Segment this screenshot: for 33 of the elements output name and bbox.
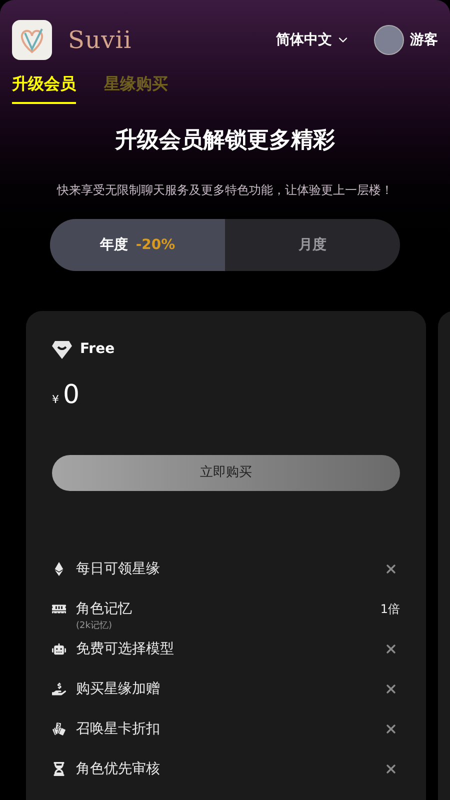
feature-label: 角色优先审核: [76, 760, 160, 779]
page-title: 升级会员解锁更多精彩: [114, 127, 336, 155]
brand-name: Suvii: [68, 25, 132, 56]
not-included-icon: [384, 762, 398, 776]
feature-label: 角色记忆: [76, 600, 132, 619]
memory-chip-icon: [52, 602, 66, 616]
cards-icon: [52, 722, 66, 736]
feature-label: 免费可选择模型: [76, 640, 174, 659]
user-name: 游客: [410, 30, 438, 50]
language-selector[interactable]: 简体中文: [276, 30, 350, 50]
hourglass-icon: [52, 762, 66, 776]
nav-tab[interactable]: 升级会员: [12, 72, 76, 104]
feature-label: 每日可领星缘: [76, 560, 160, 579]
not-included-icon: [384, 682, 398, 696]
not-included-icon: [384, 562, 398, 576]
diamond-icon: [52, 562, 66, 576]
billing-option[interactable]: 月度: [225, 219, 400, 271]
currency-symbol: ¥: [52, 392, 59, 408]
billing-option[interactable]: 年度 -20%: [50, 219, 225, 271]
plan-name: Free: [80, 340, 115, 359]
feature-value: 1倍: [380, 601, 400, 618]
gem-icon: [52, 340, 72, 358]
robot-icon: [52, 642, 66, 656]
not-included-icon: [384, 642, 398, 656]
feature-note: (2k记忆): [76, 620, 113, 633]
page-subtitle: 快来享受无限制聊天服务及更多特色功能，让体验更上一层楼！: [56, 182, 394, 199]
not-included-icon: [384, 722, 398, 736]
plan-price: 0: [63, 379, 80, 412]
user-avatar[interactable]: [374, 25, 404, 55]
buy-button[interactable]: 立即购买: [52, 455, 400, 491]
feature-label: 购买星缘加赠: [76, 680, 160, 699]
feature-label: 召唤星卡折扣: [76, 720, 160, 739]
hand-coin-icon: [52, 682, 66, 696]
